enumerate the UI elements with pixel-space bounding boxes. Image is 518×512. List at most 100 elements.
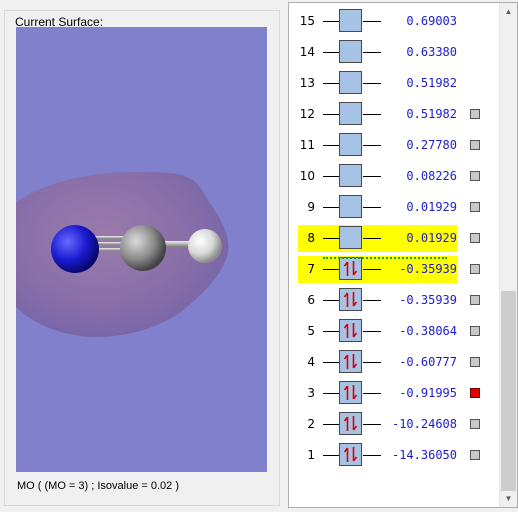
- spin-down-arrow-icon: [352, 261, 358, 276]
- orbital-box[interactable]: [339, 319, 362, 342]
- surface-visible-toggle[interactable]: [470, 140, 480, 150]
- mo-energy: 0.51982: [406, 107, 457, 121]
- electron-pair-icon: [343, 385, 358, 400]
- surface-visible-toggle[interactable]: [470, 295, 480, 305]
- mo-energy: -0.35939: [399, 262, 457, 276]
- mo-level-row[interactable]: 12 0.51982: [289, 99, 499, 130]
- mo-number: 10: [299, 169, 315, 183]
- mo-level-row[interactable]: 10 0.08226: [289, 161, 499, 192]
- orbital-box[interactable]: [339, 443, 362, 466]
- level-line-right: [363, 300, 381, 301]
- spin-down-arrow-icon: [352, 416, 358, 431]
- orbital-box[interactable]: [339, 164, 362, 187]
- surface-visible-toggle[interactable]: [470, 450, 480, 460]
- surface-visible-toggle-active[interactable]: [470, 388, 480, 398]
- mo-level-row[interactable]: 11 0.27780: [289, 130, 499, 161]
- surface-visible-toggle[interactable]: [470, 357, 480, 367]
- mo-number: 4: [307, 355, 315, 369]
- orbital-box[interactable]: [339, 195, 362, 218]
- orbital-box[interactable]: [339, 102, 362, 125]
- spin-down-arrow-icon: [352, 323, 358, 338]
- orbital-box[interactable]: [339, 257, 362, 280]
- mo-level-row[interactable]: 5 -0.38064: [289, 316, 499, 347]
- orbital-box[interactable]: [339, 288, 362, 311]
- level-line-left: [323, 238, 339, 239]
- mo-number: 15: [299, 14, 315, 28]
- mo-energy: -0.91995: [399, 386, 457, 400]
- carbon-atom: [120, 225, 166, 271]
- mo-number: 5: [307, 324, 315, 338]
- level-line-right: [363, 424, 381, 425]
- level-line-left: [323, 455, 339, 456]
- mo-level-row[interactable]: 6 -0.35939: [289, 285, 499, 316]
- spin-down-arrow-icon: [352, 292, 358, 307]
- mo-level-row[interactable]: 13 0.51982: [289, 68, 499, 99]
- mo-level-row[interactable]: 8 0.01929: [289, 223, 499, 254]
- level-line-right: [363, 238, 381, 239]
- level-line-left: [323, 145, 339, 146]
- mo-level-row[interactable]: 9 0.01929: [289, 192, 499, 223]
- electron-pair-icon: [343, 354, 358, 369]
- surface-visible-toggle[interactable]: [470, 326, 480, 336]
- mo-level-row[interactable]: 2 -10.24608: [289, 409, 499, 440]
- level-line-left: [323, 114, 339, 115]
- spin-up-arrow-icon: [343, 323, 349, 338]
- mo-level-list[interactable]: 15 0.69003 14 0.63380 13 0.51982 12 0.51982 11 0.…: [288, 2, 518, 508]
- level-line-left: [323, 393, 339, 394]
- level-line-right: [363, 21, 381, 22]
- surface-visible-toggle[interactable]: [470, 109, 480, 119]
- surface-visible-toggle[interactable]: [470, 202, 480, 212]
- orbital-box[interactable]: [339, 226, 362, 249]
- scrollbar-thumb[interactable]: [501, 291, 516, 491]
- homo-lumo-separator: [323, 257, 447, 259]
- level-line-left: [323, 424, 339, 425]
- orbital-box[interactable]: [339, 381, 362, 404]
- vertical-scrollbar[interactable]: ▲ ▼: [499, 3, 517, 507]
- surface-visible-toggle[interactable]: [470, 233, 480, 243]
- mo-energy: 0.63380: [406, 45, 457, 59]
- mo-level-row[interactable]: 15 0.69003: [289, 6, 499, 37]
- surface-caption: MO ( (MO = 3) ; Isovalue = 0.02 ): [17, 480, 179, 492]
- mo-number: 11: [299, 138, 315, 152]
- orbital-box[interactable]: [339, 350, 362, 373]
- level-line-right: [363, 207, 381, 208]
- mo-level-row[interactable]: 4 -0.60777: [289, 347, 499, 378]
- level-line-right: [363, 393, 381, 394]
- level-line-left: [323, 300, 339, 301]
- mo-energy: -10.24608: [391, 417, 457, 431]
- orbital-box[interactable]: [339, 412, 362, 435]
- surface-visible-toggle[interactable]: [470, 419, 480, 429]
- surface-visible-toggle[interactable]: [470, 264, 480, 274]
- mo-energy: -0.35939: [399, 293, 457, 307]
- mo-level-row[interactable]: 3 -0.91995: [289, 378, 499, 409]
- orbital-box[interactable]: [339, 9, 362, 32]
- electron-pair-icon: [343, 447, 358, 462]
- level-line-right: [363, 455, 381, 456]
- spin-up-arrow-icon: [343, 354, 349, 369]
- orbital-box[interactable]: [339, 133, 362, 156]
- mo-number: 3: [307, 386, 315, 400]
- scroll-down-arrow-icon[interactable]: ▼: [500, 490, 517, 507]
- mo-number: 6: [307, 293, 315, 307]
- mo-number: 9: [307, 200, 315, 214]
- level-line-left: [323, 207, 339, 208]
- spin-up-arrow-icon: [343, 292, 349, 307]
- scroll-up-arrow-icon[interactable]: ▲: [500, 3, 517, 20]
- spin-up-arrow-icon: [343, 385, 349, 400]
- level-line-left: [323, 269, 339, 270]
- orbital-box[interactable]: [339, 40, 362, 63]
- level-line-left: [323, 21, 339, 22]
- level-line-right: [363, 52, 381, 53]
- mo-number: 13: [299, 76, 315, 90]
- surface-visible-toggle[interactable]: [470, 171, 480, 181]
- molecule-3d-viewport[interactable]: [16, 27, 267, 472]
- mo-level-row[interactable]: 14 0.63380: [289, 37, 499, 68]
- mo-energy: -0.38064: [399, 324, 457, 338]
- mo-energy: 0.27780: [406, 138, 457, 152]
- level-line-right: [363, 362, 381, 363]
- spin-up-arrow-icon: [343, 447, 349, 462]
- spin-down-arrow-icon: [352, 385, 358, 400]
- orbital-box[interactable]: [339, 71, 362, 94]
- electron-pair-icon: [343, 323, 358, 338]
- mo-level-row[interactable]: 1 -14.36050: [289, 440, 499, 471]
